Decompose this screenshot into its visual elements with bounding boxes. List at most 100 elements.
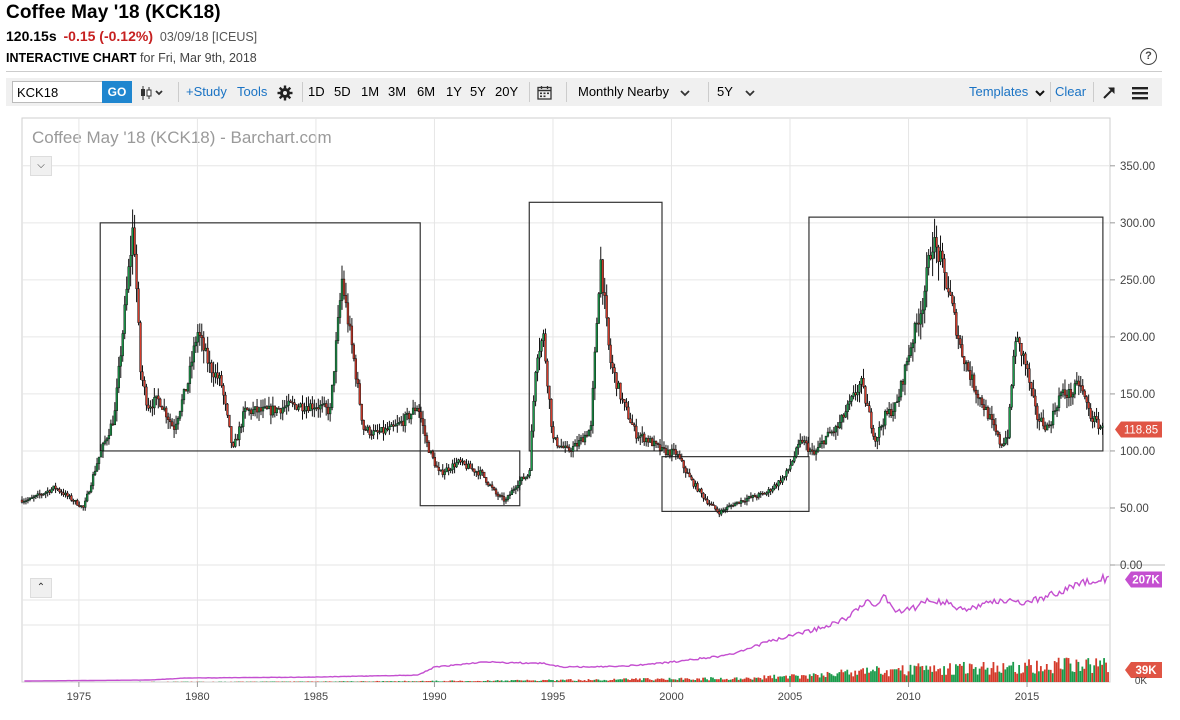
- price-candle-up: [130, 255, 132, 266]
- price-candle-up: [23, 501, 25, 502]
- templates-dropdown[interactable]: Templates: [969, 78, 1046, 106]
- toolbar-separator: [302, 82, 303, 102]
- price-candle-up: [722, 510, 724, 511]
- price-candle-down: [434, 457, 436, 466]
- menu-button[interactable]: [1132, 78, 1148, 106]
- price-candle-down: [169, 420, 171, 422]
- price-candle-up: [118, 366, 120, 388]
- price-candle-up: [839, 422, 841, 428]
- volume-bar-down: [406, 681, 408, 682]
- go-button[interactable]: GO: [102, 81, 132, 103]
- volume-bar-up: [518, 680, 520, 682]
- volume-bar-down: [803, 675, 805, 682]
- price-candle-up: [1015, 342, 1017, 357]
- price-candle-down: [464, 461, 466, 464]
- period-3m[interactable]: 3M: [388, 78, 406, 106]
- period-5d[interactable]: 5D: [334, 78, 351, 106]
- volume-bar-up: [1012, 662, 1014, 682]
- expand-button[interactable]: [1102, 78, 1116, 106]
- price-candle-up: [489, 485, 491, 486]
- volume-bar-down: [1028, 659, 1030, 682]
- symbol-input[interactable]: [12, 81, 112, 103]
- price-candle-down: [628, 407, 630, 419]
- volume-bar-down: [572, 681, 574, 682]
- clear-button[interactable]: Clear: [1055, 78, 1086, 106]
- price-candle-down: [493, 487, 495, 489]
- price-candle-up: [637, 437, 639, 438]
- price-candle-down: [714, 506, 716, 509]
- price-candle-up: [817, 447, 819, 451]
- price-candle-down: [869, 406, 871, 412]
- settings-button[interactable]: [277, 78, 293, 106]
- price-candle-down: [171, 422, 173, 426]
- volume-bar-up: [564, 680, 566, 682]
- price-candle-down: [681, 458, 683, 460]
- price-candle-down: [550, 399, 552, 426]
- period-6m[interactable]: 6M: [417, 78, 435, 106]
- chart-area[interactable]: Coffee May '18 (KCK18) - Barchart.com 35…: [0, 110, 1180, 720]
- price-candle-up: [242, 412, 244, 427]
- price-candle-down: [616, 373, 618, 389]
- price-candle-down: [227, 404, 229, 415]
- price-candle-down: [944, 259, 946, 273]
- help-icon[interactable]: ?: [1140, 48, 1157, 65]
- price-candle-down: [991, 414, 993, 419]
- price-candle-down: [250, 410, 252, 414]
- volume-bar-down: [607, 681, 609, 682]
- price-candle-down: [144, 380, 146, 387]
- price-candle-down: [983, 405, 985, 410]
- volume-bar-down: [487, 680, 489, 682]
- volume-bar-up: [866, 668, 868, 682]
- price-candle-up: [730, 505, 732, 506]
- price-candle-up: [51, 489, 53, 492]
- volume-bar-up: [422, 681, 424, 682]
- period-1m[interactable]: 1M: [361, 78, 379, 106]
- period-1y[interactable]: 1Y: [446, 78, 462, 106]
- volume-bar-down: [635, 678, 637, 682]
- range-dropdown[interactable]: 5Y: [717, 78, 756, 106]
- price-candle-down: [902, 381, 904, 384]
- price-candle-up: [519, 481, 521, 486]
- price-candle-down: [624, 400, 626, 403]
- tools-button[interactable]: Tools: [237, 78, 267, 106]
- price-candle-up: [728, 506, 730, 507]
- price-candle-up: [304, 410, 306, 411]
- price-candle-up: [1054, 411, 1056, 412]
- price-candle-up: [910, 348, 912, 356]
- price-candle-up: [594, 352, 596, 388]
- volume-bar-up: [552, 680, 554, 682]
- volume-bar-down: [842, 672, 844, 682]
- period-20y[interactable]: 20Y: [495, 78, 518, 106]
- expand-lower-pane-button[interactable]: ⌃: [30, 578, 52, 598]
- price-candle-up: [590, 426, 592, 431]
- volume-bar-up: [540, 681, 542, 682]
- price-candle-down: [1086, 397, 1088, 403]
- calendar-button[interactable]: [537, 78, 552, 106]
- volume-bar-up: [1048, 670, 1050, 682]
- x-tick-label: 2010: [896, 691, 920, 703]
- volume-bar-down: [1097, 666, 1099, 682]
- study-button[interactable]: +Study: [186, 78, 227, 106]
- price-candle-down: [221, 375, 223, 385]
- collapse-chart-button[interactable]: ⌵: [30, 156, 52, 176]
- volume-bar-down: [817, 675, 819, 682]
- price-candle-down: [1034, 396, 1036, 406]
- price-candle-down: [679, 454, 681, 458]
- price-candle-up: [667, 450, 669, 455]
- price-candle-down: [1092, 418, 1094, 421]
- price-candle-down: [345, 295, 347, 302]
- contract-mode-dropdown[interactable]: Monthly Nearby: [578, 78, 691, 106]
- price-candle-down: [203, 338, 205, 351]
- volume-bar-down: [698, 679, 700, 682]
- chart-type-dropdown[interactable]: [140, 78, 166, 106]
- price-candle-up: [367, 427, 369, 430]
- price-candle-up: [517, 485, 519, 488]
- period-5y[interactable]: 5Y: [470, 78, 486, 106]
- price-candle-down: [1019, 338, 1021, 343]
- price-candle-up: [183, 389, 185, 400]
- period-1d[interactable]: 1D: [308, 78, 325, 106]
- volume-bar-down: [293, 681, 295, 682]
- volume-bar-up: [831, 674, 833, 682]
- price-chart[interactable]: Coffee May '18 (KCK18) - Barchart.com 35…: [0, 110, 1180, 715]
- price-candle-up: [841, 415, 843, 422]
